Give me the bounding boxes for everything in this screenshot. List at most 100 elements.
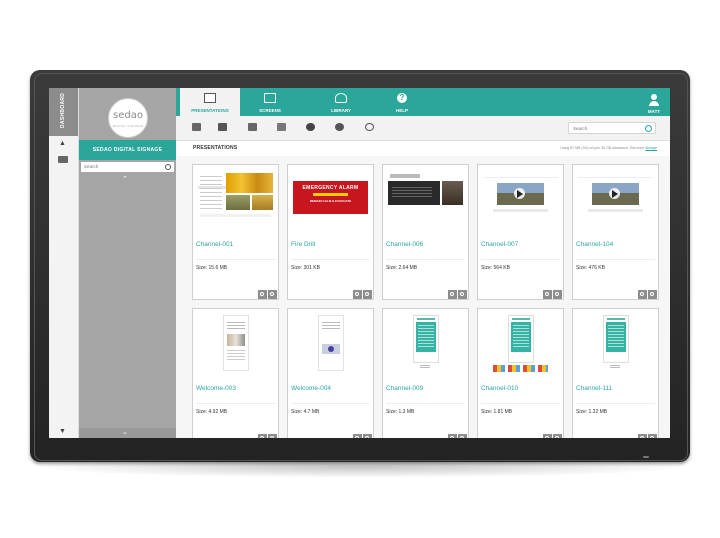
sidebar-chevron-down-icon[interactable]: ⌄ <box>122 428 128 436</box>
dashboard-tab[interactable]: DASHBOARD <box>49 88 78 136</box>
user-menu[interactable]: MATT <box>644 92 664 114</box>
page-title: PRESENTATIONS <box>193 145 238 151</box>
card-divider <box>576 259 655 260</box>
presentation-size: Size: 1.3 MB <box>386 409 415 415</box>
presentation-name[interactable]: Welcome-004 <box>291 385 331 392</box>
view-icon[interactable] <box>448 290 457 299</box>
presentation-size: Size: 564 KB <box>481 265 510 271</box>
presentation-card[interactable]: Channel-009 Size: 1.3 MB <box>382 308 469 438</box>
view-icon[interactable] <box>638 434 647 438</box>
presentation-card[interactable]: Welcome-004 Size: 4.7 MB <box>287 308 374 438</box>
presentation-card[interactable]: Welcome-003 Size: 4.92 MB <box>192 308 279 438</box>
zoom-icon[interactable] <box>363 290 372 299</box>
storage-link[interactable]: storage <box>645 146 657 150</box>
presentation-name[interactable]: Fire Drill <box>291 241 315 248</box>
zoom-icon[interactable] <box>553 290 562 299</box>
presentation-size: Size: 4.92 MB <box>196 409 228 415</box>
presentation-thumbnail[interactable] <box>198 315 273 373</box>
zoom-icon[interactable] <box>648 434 657 438</box>
presentation-search-input[interactable]: Search <box>568 122 656 134</box>
tab-screens[interactable]: SCREENS <box>240 88 300 116</box>
power-indicator <box>643 456 649 458</box>
user-name: MATT <box>647 109 661 114</box>
share-icon[interactable] <box>277 123 286 131</box>
add-icon[interactable] <box>306 123 315 131</box>
zoom-icon[interactable] <box>458 290 467 299</box>
presentation-card[interactable]: Channel-006 Size: 2.64 MB <box>382 164 469 300</box>
tab-help-label: HELP <box>395 108 408 113</box>
presentation-card[interactable]: Channel-010 Size: 1.81 MB <box>477 308 564 438</box>
presentation-thumbnail[interactable] <box>198 171 273 229</box>
sidebar-title: SEDAO DIGITAL SIGNAGE <box>79 140 176 160</box>
view-icon[interactable] <box>638 290 647 299</box>
presentation-card[interactable]: Channel-111 Size: 1.32 MB <box>572 308 659 438</box>
edit-icon[interactable] <box>192 123 201 131</box>
screen-list-icon[interactable] <box>58 156 68 163</box>
zoom-icon[interactable] <box>268 434 277 438</box>
preview-icon[interactable] <box>218 123 227 131</box>
tv-screen: DASHBOARD ▲ ▼ sedao DIGITAL SIGNAGE SEDA… <box>49 88 670 438</box>
view-icon[interactable] <box>353 290 362 299</box>
section-header: PRESENTATIONS Using 87 MB (3%) of your 3… <box>176 140 670 156</box>
presentation-card[interactable]: Channel-007 Size: 564 KB <box>477 164 564 300</box>
zoom-icon[interactable] <box>268 290 277 299</box>
upload-icon[interactable] <box>335 123 344 131</box>
presentation-size: Size: 4.7 MB <box>291 409 320 415</box>
card-divider <box>196 403 275 404</box>
tab-library[interactable]: LIBRARY <box>311 88 371 116</box>
zoom-icon[interactable] <box>553 434 562 438</box>
presentation-thumbnail[interactable] <box>293 315 368 373</box>
view-icon[interactable] <box>448 434 457 438</box>
presentation-size: Size: 301 KB <box>291 265 320 271</box>
top-navigation: PRESENTATIONS SCREENS LIBRARY ? HELP MAT… <box>176 88 670 116</box>
tab-presentations[interactable]: PRESENTATIONS <box>180 88 240 116</box>
zoom-icon[interactable] <box>363 434 372 438</box>
rail-chevron-down-icon[interactable]: ▼ <box>59 428 66 435</box>
view-icon[interactable] <box>543 434 552 438</box>
presentation-thumbnail[interactable] <box>483 315 558 373</box>
presentation-name[interactable]: Channel-104 <box>576 241 613 248</box>
presentation-card[interactable]: EMERGENCY ALARM REMAIN CALM & EVACUATE Fir… <box>287 164 374 300</box>
presentation-icon <box>204 93 216 103</box>
help-icon: ? <box>397 93 407 103</box>
calendar-icon[interactable] <box>248 123 257 131</box>
refresh-icon[interactable] <box>365 123 374 131</box>
zoom-icon[interactable] <box>648 290 657 299</box>
view-icon[interactable] <box>258 434 267 438</box>
zoom-icon[interactable] <box>458 434 467 438</box>
presentation-name[interactable]: Channel-009 <box>386 385 423 392</box>
presentation-name[interactable]: Channel-111 <box>576 385 612 392</box>
left-rail: DASHBOARD ▲ ▼ <box>49 88 79 438</box>
presentation-card[interactable]: Channel-001 Size: 15.6 MB <box>192 164 279 300</box>
presentation-thumbnail[interactable] <box>388 171 463 229</box>
view-icon[interactable] <box>258 290 267 299</box>
presentation-size: Size: 2.64 MB <box>386 265 418 271</box>
presentation-size: Size: 476 KB <box>576 265 605 271</box>
presentation-thumbnail[interactable]: EMERGENCY ALARM REMAIN CALM & EVACUATE <box>293 171 368 229</box>
presentation-thumbnail[interactable] <box>483 171 558 229</box>
card-divider <box>291 403 370 404</box>
search-icon[interactable] <box>165 164 171 170</box>
card-divider <box>481 403 560 404</box>
rail-chevron-up-icon[interactable]: ▲ <box>59 140 66 147</box>
tab-library-label: LIBRARY <box>331 108 351 113</box>
card-divider <box>291 259 370 260</box>
presentation-thumbnail[interactable] <box>388 315 463 373</box>
view-icon[interactable] <box>353 434 362 438</box>
tab-presentations-label: PRESENTATIONS <box>191 108 229 113</box>
search-options-icon[interactable] <box>645 125 652 132</box>
sidebar-search-input[interactable]: Search <box>81 162 174 172</box>
presentation-name[interactable]: Channel-010 <box>481 385 518 392</box>
alarm-subtext: REMAIN CALM & EVACUATE <box>309 199 352 203</box>
sidebar-chevron-up-icon[interactable]: ⌃ <box>122 175 128 183</box>
tab-help[interactable]: ? HELP <box>372 88 432 116</box>
presentation-name[interactable]: Welcome-003 <box>196 385 236 392</box>
presentation-card[interactable]: Channel-104 Size: 476 KB <box>572 164 659 300</box>
presentation-name[interactable]: Channel-007 <box>481 241 518 248</box>
view-icon[interactable] <box>543 290 552 299</box>
presentation-thumbnail[interactable] <box>578 315 653 373</box>
presentation-thumbnail[interactable] <box>578 171 653 229</box>
tab-screens-label: SCREENS <box>259 108 281 113</box>
presentation-name[interactable]: Channel-006 <box>386 241 423 248</box>
presentation-name[interactable]: Channel-001 <box>196 241 233 248</box>
